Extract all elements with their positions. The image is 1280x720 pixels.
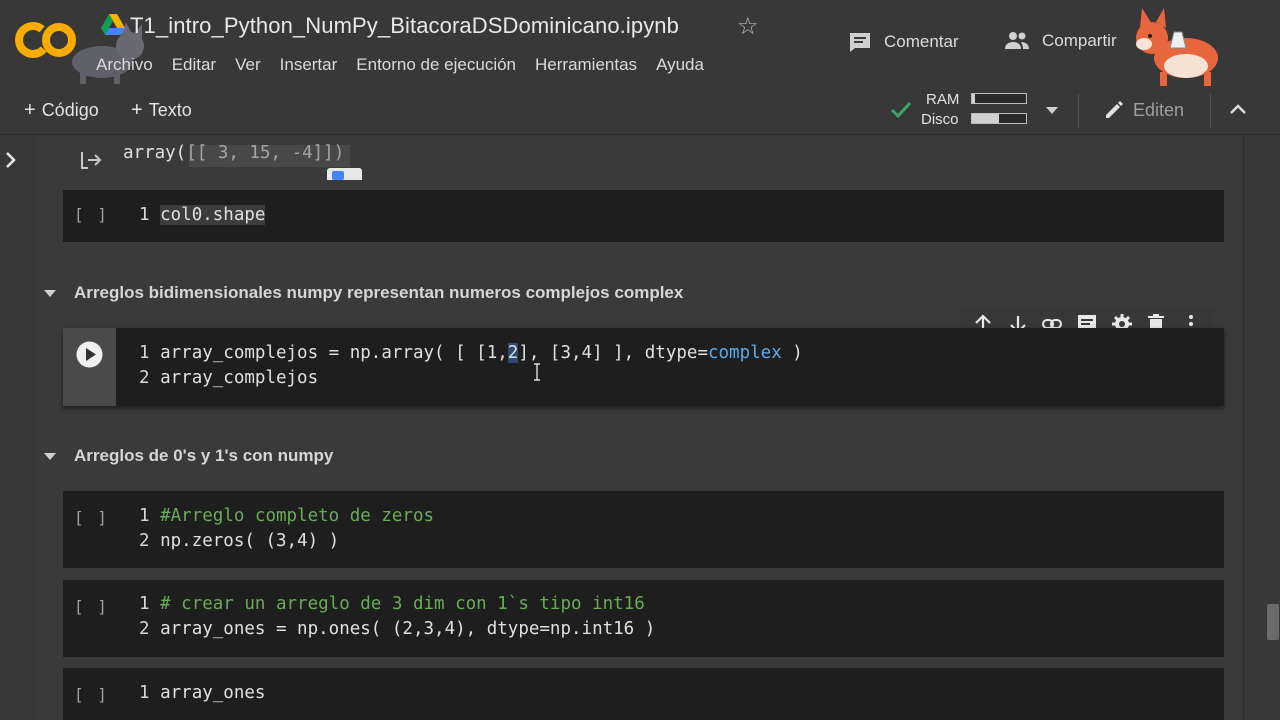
star-icon[interactable]: ☆ [737, 12, 759, 41]
code-line[interactable]: 2 array_ones = np.ones( (2,3,4), dtype=n… [139, 617, 655, 642]
code-line[interactable]: 2 np.zeros( (3,4) ) [139, 529, 339, 554]
code-line[interactable]: 1 array_ones [139, 681, 265, 706]
section-header[interactable]: Arreglos bidimensionales numpy represent… [44, 283, 683, 303]
run-indicator[interactable]: [ ] [74, 508, 109, 527]
run-indicator[interactable]: [ ] [74, 685, 109, 704]
disk-bar[interactable] [971, 113, 1027, 124]
line-number: 1 [139, 594, 150, 614]
section-title: Arreglos bidimensionales numpy represent… [74, 283, 684, 302]
section-title: Arreglos de 0's y 1's con numpy [74, 446, 334, 465]
menu-bar: Archivo Editar Ver Insertar Entorno de e… [96, 55, 723, 75]
code-comment: #Arreglo completo de zeros [160, 506, 435, 526]
divider [1210, 94, 1211, 128]
collapse-triangle-icon[interactable] [44, 289, 56, 297]
add-code-label: Código [41, 100, 99, 120]
menu-ver[interactable]: Ver [235, 55, 261, 75]
keyword-complex: complex [707, 343, 782, 363]
line-number: 2 [139, 368, 150, 388]
code-text: ) [781, 343, 803, 363]
code-text: array_complejos [160, 368, 319, 388]
code-text: np.zeros( (3,4) ) [160, 531, 340, 551]
line-number: 1 [139, 205, 150, 225]
menu-insertar[interactable]: Insertar [280, 55, 338, 75]
code-text: array_complejos = np.array( [ [1, [160, 343, 508, 363]
notebook-title[interactable]: T1_intro_Python_NumPy_BitacoraDSDominica… [130, 13, 679, 39]
left-sidebar [0, 136, 38, 720]
disk-label: Disco [921, 111, 959, 128]
code-line[interactable]: 1 array_complejos = np.array( [ [1,2], [… [139, 341, 803, 366]
code-text: ], [3,4] ], dtype= [518, 343, 708, 363]
add-text-button[interactable]: + Texto [131, 99, 192, 122]
line-number: 2 [139, 531, 150, 551]
menu-entorno[interactable]: Entorno de ejecución [356, 55, 516, 75]
comment-label: Comentar [884, 32, 959, 51]
comment-icon [850, 33, 870, 52]
selected-char: 2 [507, 343, 519, 363]
code-text: array_ones [160, 683, 266, 703]
disk-bar-fill [972, 114, 999, 123]
code-cell[interactable]: [ ] 1 # crear un arreglo de 3 dim con 1`… [63, 580, 1224, 657]
code-cell[interactable]: [ ] 1 array_ones [63, 668, 1224, 720]
add-code-button[interactable]: + Código [24, 99, 99, 122]
divider [1078, 94, 1079, 128]
check-icon [890, 101, 912, 119]
code-line[interactable]: 2 array_complejos [139, 366, 318, 391]
add-text-label: Texto [148, 100, 192, 120]
line-number: 1 [139, 343, 150, 363]
people-icon [1005, 32, 1029, 49]
section-header[interactable]: Arreglos de 0's y 1's con numpy [44, 446, 333, 466]
menu-herramientas[interactable]: Herramientas [535, 55, 637, 75]
plus-icon: + [131, 99, 143, 121]
ram-label: RAM [926, 91, 960, 108]
plus-icon: + [24, 99, 36, 121]
tooltip-tab[interactable] [327, 168, 362, 180]
output-icon[interactable] [80, 150, 102, 170]
run-button[interactable] [76, 341, 103, 368]
corgi-illustration [1136, 8, 1218, 86]
menu-editar[interactable]: Editar [172, 55, 216, 75]
edit-mode-label: Editen [1133, 99, 1185, 120]
drive-icon[interactable] [101, 14, 125, 36]
tooltip-icon [332, 171, 344, 180]
share-button[interactable]: Compartir [1004, 31, 1117, 51]
code-cell[interactable]: [ ] 1 #Arreglo completo de zeros 2 np.ze… [63, 491, 1224, 568]
chevron-right-icon[interactable] [4, 151, 18, 169]
share-label: Compartir [1042, 31, 1117, 50]
comment-button[interactable]: Comentar [848, 31, 959, 53]
collapse-triangle-icon[interactable] [44, 452, 56, 460]
code-cell-active[interactable]: 1 array_complejos = np.array( [ [1,2], [… [63, 328, 1224, 406]
toolbar [0, 87, 1280, 135]
ram-bar[interactable] [971, 93, 1027, 104]
line-number: 2 [139, 619, 150, 639]
code-comment: # crear un arreglo de 3 dim con 1`s tipo… [160, 594, 645, 614]
code-text: col0.shape [160, 205, 266, 225]
scrollbar-thumb[interactable] [1267, 604, 1279, 640]
line-number: 1 [139, 506, 150, 526]
code-text: array_ones = np.ones( (2,3,4), dtype=np.… [160, 619, 656, 639]
chevron-up-icon[interactable] [1229, 103, 1247, 115]
output-selection [189, 145, 350, 167]
ram-bar-fill [972, 94, 975, 103]
menu-ayuda[interactable]: Ayuda [656, 55, 704, 75]
code-line[interactable]: 1 col0.shape [139, 203, 266, 228]
pencil-icon [1106, 101, 1123, 118]
dropdown-icon[interactable] [1045, 106, 1059, 115]
text-cursor-icon [534, 363, 540, 381]
header-bar: T1_intro_Python_NumPy_BitacoraDSDominica… [0, 0, 1280, 87]
code-line[interactable]: 1 # crear un arreglo de 3 dim con 1`s ti… [139, 592, 645, 617]
code-cell[interactable]: [ ] 1 col0.shape [63, 190, 1224, 242]
run-indicator[interactable]: [ ] [74, 205, 109, 224]
line-number: 1 [139, 683, 150, 703]
run-indicator[interactable]: [ ] [74, 597, 109, 616]
edit-mode-button[interactable]: Editen [1103, 99, 1184, 121]
code-line[interactable]: 1 #Arreglo completo de zeros [139, 504, 434, 529]
menu-archivo[interactable]: Archivo [96, 55, 153, 75]
